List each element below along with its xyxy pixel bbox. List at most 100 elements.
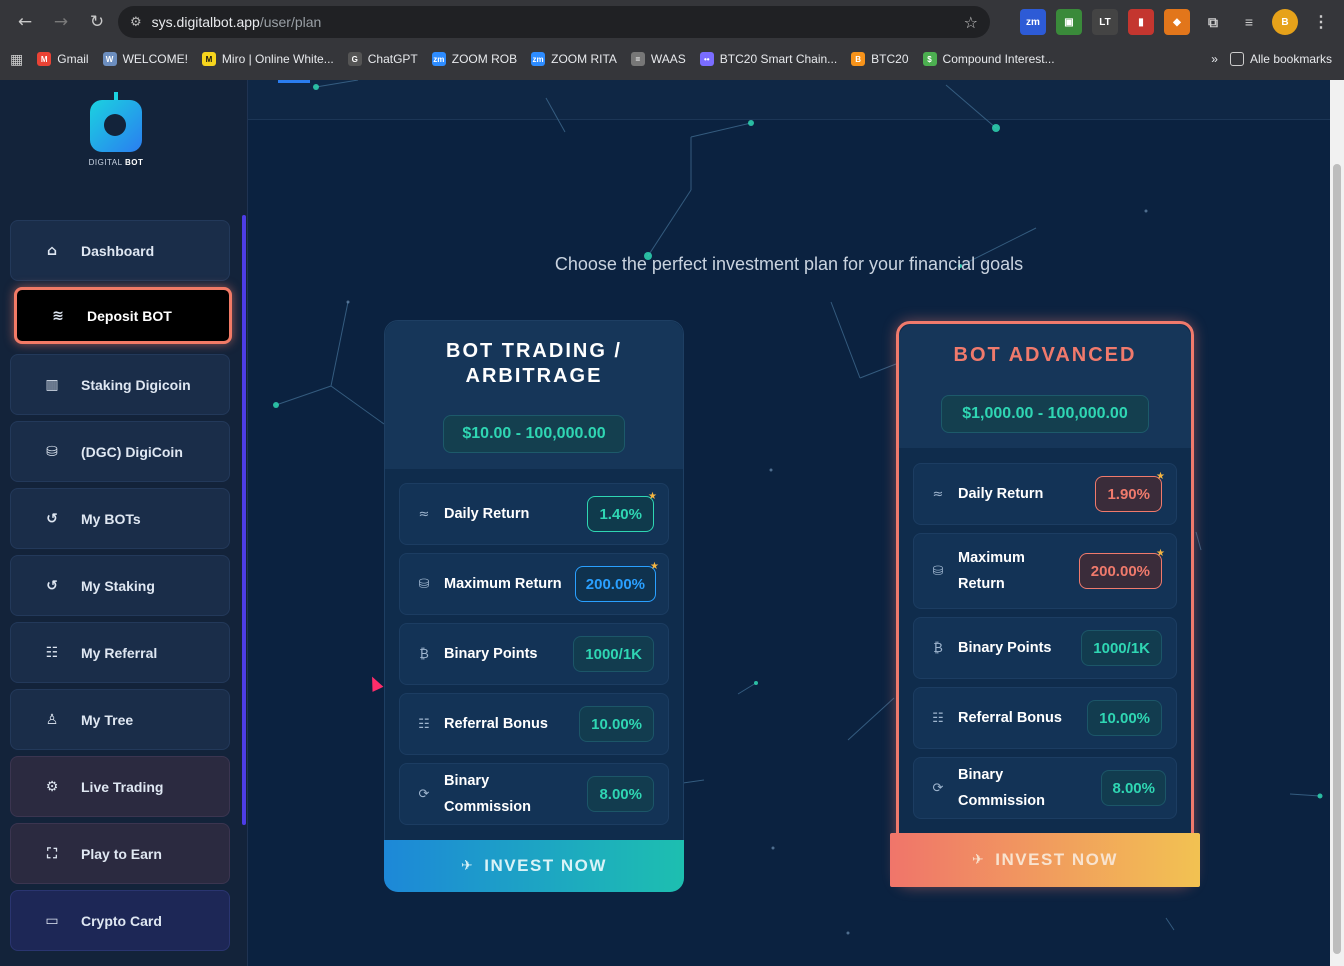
- row-value-badge: 8.00%: [587, 776, 654, 812]
- sidebar-item-label: My Referral: [81, 644, 158, 661]
- row-label: Binary Commission: [958, 767, 1046, 809]
- sidebar-item-staking-digicoin[interactable]: ▥ Staking Digicoin: [10, 354, 230, 415]
- bookmark-waas[interactable]: = WAAS: [630, 52, 686, 66]
- sidebar-item-label: Crypto Card: [81, 912, 162, 929]
- plan-card-bot-advanced: BOT ADVANCED $1,000.00 - 100,000.00 ≈ Da…: [896, 321, 1194, 887]
- page-subtitle: Choose the perfect investment plan for y…: [554, 254, 1024, 274]
- bookmarks-right: » Alle bookmarks: [1211, 44, 1332, 74]
- profile-avatar[interactable]: B: [1272, 9, 1298, 35]
- row-label: Binary Commission: [444, 773, 532, 815]
- plan-row-binary-commission: ⟳ Binary Commission 8.00%: [399, 763, 669, 825]
- sidebar-item-dashboard[interactable]: ⌂ Dashboard: [10, 220, 230, 281]
- bookmarks-overflow-icon[interactable]: »: [1211, 52, 1218, 66]
- plan-card-bot-trading: BOT TRADING / ARBITRAGE $10.00 - 100,000.…: [384, 320, 684, 892]
- puzzle-icon[interactable]: ⧉: [1200, 9, 1226, 35]
- media-icon[interactable]: ≡: [1236, 9, 1262, 35]
- plan-row-daily-return: ≈ Daily Return 1.90% ★: [913, 463, 1177, 525]
- sidebar-item-digicoin[interactable]: ⛁ (DGC) DigiCoin: [10, 421, 230, 482]
- bookmark-favicon: ••: [699, 52, 714, 66]
- page-scrollbar[interactable]: [1330, 80, 1344, 966]
- cycle-icon: ⟳: [418, 786, 430, 802]
- sparkle-icon: ★: [1156, 548, 1165, 559]
- ticket-icon: ⛶: [47, 845, 57, 862]
- sidebar-item-play-to-earn[interactable]: ⛶ Play to Earn: [10, 823, 230, 884]
- bookmark-compound-interest[interactable]: $ Compound Interest...: [922, 52, 1055, 66]
- digital-bot-logo[interactable]: DIGITAL BOT: [84, 92, 148, 174]
- address-bar[interactable]: ⚙ sys.digitalbot.app/user/plan ☆: [118, 6, 990, 38]
- sidebar-item-live-trading[interactable]: ⚙ Live Trading: [10, 756, 230, 817]
- sidebar-item-deposit-bot[interactable]: ≋ Deposit BOT: [14, 287, 232, 344]
- bookmark-favicon: G: [347, 52, 362, 66]
- extension-icon[interactable]: LT: [1092, 9, 1118, 35]
- bar-chart-icon: ▥: [45, 376, 59, 393]
- bookmarks-bar: ▦ M Gmail W WELCOME! M Miro | Online White.…: [0, 44, 1344, 74]
- sidebar-item-my-staking[interactable]: ↺ My Staking: [10, 555, 230, 616]
- bookmark-zoom-rita[interactable]: zm ZOOM RITA: [531, 52, 617, 66]
- url-text[interactable]: sys.digitalbot.app/user/plan: [152, 14, 954, 30]
- rocket-icon: ✈: [972, 852, 986, 868]
- reload-icon[interactable]: ↻: [82, 7, 112, 37]
- bookmark-miro[interactable]: M Miro | Online White...: [201, 52, 334, 66]
- plan-title: BOT ADVANCED: [953, 344, 1137, 366]
- rocket-icon: ✈: [461, 858, 475, 874]
- bookmark-favicon: W: [102, 52, 117, 66]
- sidebar-nav: ⌂ Dashboard ≋ Deposit BOT ▥ Staking Digicoi…: [10, 220, 232, 957]
- sidebar: DIGITAL BOT ⌂ Dashboard ≋ Deposit BOT ▥ Sta…: [0, 80, 248, 966]
- scrollbar-thumb[interactable]: [1333, 164, 1341, 954]
- plan-row-binary-points: ₿ Binary Points 1000/1K: [399, 623, 669, 685]
- bookmark-favicon: M: [201, 52, 216, 66]
- users-icon: ☷: [418, 716, 430, 732]
- plan-row-daily-return: ≈ Daily Return 1.40% ★: [399, 483, 669, 545]
- bookmark-favicon: zm: [431, 52, 446, 66]
- row-label: Referral Bonus: [958, 710, 1062, 726]
- invest-now-label: INVEST NOW: [995, 850, 1118, 869]
- extension-icon[interactable]: ▣: [1056, 9, 1082, 35]
- all-bookmarks-folder[interactable]: Alle bookmarks: [1229, 52, 1332, 66]
- zoom-extension-icon[interactable]: zm: [1020, 9, 1046, 35]
- bookmark-zoom-rob[interactable]: zm ZOOM ROB: [431, 52, 517, 66]
- menu-icon[interactable]: ⋮: [1308, 9, 1334, 35]
- row-value-badge: 200.00% ★: [1078, 548, 1165, 589]
- bookmark-gmail[interactable]: M Gmail: [37, 52, 89, 66]
- sidebar-item-my-referral[interactable]: ☷ My Referral: [10, 622, 230, 683]
- plan-row-maximum-return: ⛁ Maximum Return 200.00% ★: [399, 553, 669, 615]
- coins-icon: ⛁: [46, 443, 58, 460]
- bookmark-favicon: B: [851, 52, 866, 66]
- extension-icon[interactable]: ▮: [1128, 9, 1154, 35]
- back-icon[interactable]: ←: [10, 7, 40, 37]
- sparkle-icon: ★: [650, 561, 659, 572]
- sidebar-item-my-bots[interactable]: ↺ My BOTs: [10, 488, 230, 549]
- plan-row-binary-commission: ⟳ Binary Commission 8.00%: [913, 757, 1177, 819]
- apps-icon[interactable]: ▦: [10, 51, 23, 68]
- sidebar-item-crypto-card[interactable]: ▭ Crypto Card: [10, 890, 230, 951]
- site-settings-icon[interactable]: ⚙: [130, 15, 142, 30]
- browser-chrome: ← → ↻ ⚙ sys.digitalbot.app/user/plan ☆ z…: [0, 0, 1344, 80]
- sidebar-item-my-tree[interactable]: ♙ My Tree: [10, 689, 230, 750]
- row-value-badge: 1000/1K: [1081, 630, 1162, 666]
- coins-icon: ⛁: [932, 563, 944, 579]
- invest-now-button[interactable]: ✈ INVEST NOW: [890, 833, 1200, 887]
- bookmark-chatgpt[interactable]: G ChatGPT: [347, 52, 418, 66]
- trend-icon: ≈: [932, 486, 944, 502]
- bookmark-btc20-smart-chain[interactable]: •• BTC20 Smart Chain...: [699, 52, 837, 66]
- bitcoin-icon: ₿: [933, 641, 943, 656]
- sidebar-scroll-indicator[interactable]: [242, 215, 246, 825]
- sidebar-item-label: My BOTs: [81, 510, 141, 527]
- sidebar-item-label: My Staking: [81, 577, 155, 594]
- folder-icon: [1229, 52, 1244, 66]
- row-value-badge: 1000/1K: [573, 636, 654, 672]
- layers-icon: ≋: [52, 307, 64, 324]
- logo-text: DIGITAL BOT: [88, 158, 144, 167]
- sidebar-item-label: Staking Digicoin: [81, 376, 191, 393]
- metamask-icon[interactable]: ◆: [1164, 9, 1190, 35]
- row-value-badge: 200.00% ★: [574, 561, 659, 602]
- plan-row-binary-points: ₿ Binary Points 1000/1K: [913, 617, 1177, 679]
- bookmark-welcome[interactable]: W WELCOME!: [102, 52, 188, 66]
- row-label: Maximum Return: [958, 550, 1025, 592]
- history-icon: ↺: [46, 510, 58, 527]
- forward-icon[interactable]: →: [46, 7, 76, 37]
- bookmark-btc20[interactable]: B BTC20: [851, 52, 909, 66]
- sidebar-item-label: Dashboard: [81, 242, 155, 259]
- bookmark-star-icon[interactable]: ☆: [964, 13, 978, 32]
- invest-now-button[interactable]: ✈ INVEST NOW: [384, 840, 684, 892]
